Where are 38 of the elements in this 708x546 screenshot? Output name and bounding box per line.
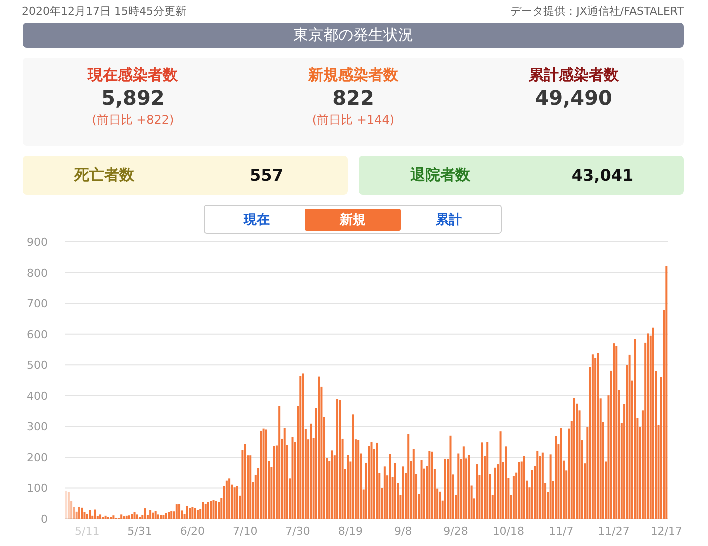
stat-label: 新規感染者数: [308, 65, 398, 85]
x-axis-label: 8/19: [338, 525, 364, 538]
y-axis-label: 0: [41, 513, 48, 526]
chart-tab[interactable]: 累計: [401, 208, 497, 230]
stat-value: 5,892: [102, 85, 165, 111]
outcome-value: 557: [250, 166, 284, 185]
data-source: データ提供：JX通信社/FASTALERT: [510, 4, 684, 18]
update-time: 2020年12月17日 15時45分更新: [22, 4, 186, 18]
x-axis-label: 7/10: [233, 525, 258, 538]
stat-label: 現在感染者数: [88, 65, 178, 85]
y-axis-label: 500: [27, 359, 48, 372]
y-axis-label: 200: [27, 451, 48, 464]
y-axis-label: 700: [27, 298, 48, 311]
y-axis-label: 600: [27, 328, 48, 342]
x-axis-label: 11/7: [549, 525, 574, 538]
outcome-value: 43,041: [572, 166, 634, 185]
x-axis-label: 7/30: [286, 525, 310, 538]
x-axis-label: 12/17: [650, 525, 683, 538]
outcome-label: 死亡者数: [74, 166, 134, 185]
chart-tab[interactable]: 現在: [209, 208, 305, 230]
outcome-label: 退院者数: [410, 166, 470, 185]
x-axis-label: 9/8: [394, 525, 412, 538]
stat-value: 49,490: [535, 85, 612, 111]
x-axis-label: 5/31: [128, 525, 152, 538]
y-axis-label: 900: [27, 236, 48, 249]
y-axis-label: 400: [27, 390, 48, 403]
x-axis-label: 6/20: [180, 525, 206, 538]
stat-value: 822: [332, 85, 374, 111]
section-title: 東京都の発生状況: [23, 23, 684, 48]
stat-change: (前日比 +822): [92, 112, 174, 129]
stat-change: (前日比 +144): [312, 112, 395, 129]
x-axis-label: 11/27: [598, 525, 630, 538]
x-axis-label: 10/18: [492, 525, 525, 538]
x-axis-label: 9/28: [444, 525, 468, 538]
y-axis-label: 300: [27, 420, 48, 434]
stat-label: 累計感染者数: [528, 65, 619, 85]
y-axis-label: 100: [27, 482, 48, 496]
y-axis-label: 800: [27, 266, 48, 280]
